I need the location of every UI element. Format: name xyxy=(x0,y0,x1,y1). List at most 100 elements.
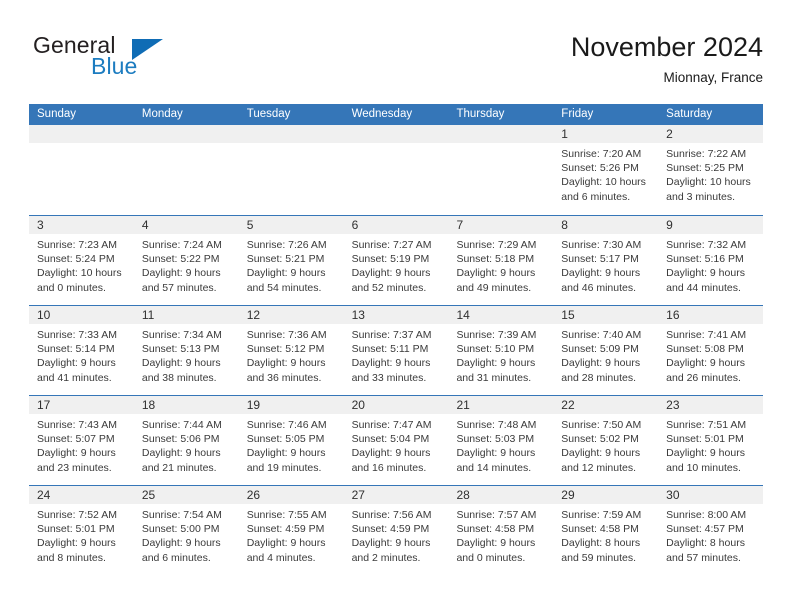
day-cell[interactable]: 29 Sunrise: 7:59 AM Sunset: 4:58 PM Dayligh… xyxy=(553,486,659,575)
daylight-text-line2: and 36 minutes. xyxy=(246,371,322,384)
day-cell[interactable]: 25 Sunrise: 7:54 AM Sunset: 5:00 PM Dayligh… xyxy=(133,486,239,575)
daylight-text-line1: Daylight: 9 hours xyxy=(246,537,326,550)
page-header: General Blue November 2024 Mionnay, Fran… xyxy=(29,30,763,96)
sunrise-text: Sunrise: 8:00 AM xyxy=(666,509,747,521)
daylight-text-line2: and 54 minutes. xyxy=(246,281,322,294)
day-number-band: 1 xyxy=(553,125,659,143)
sunset-text: Sunset: 5:17 PM xyxy=(561,253,639,266)
day-number-band: 20 xyxy=(343,396,449,414)
sunrise-text: Sunrise: 7:54 AM xyxy=(141,509,222,521)
sunset-text: Sunset: 5:11 PM xyxy=(351,343,429,356)
day-number-band xyxy=(448,125,554,143)
day-number: 3 xyxy=(37,218,44,232)
day-cell[interactable]: 17 Sunrise: 7:43 AM Sunset: 5:07 PM Dayligh… xyxy=(29,396,134,485)
day-cell[interactable]: 30 Sunrise: 8:00 AM Sunset: 4:57 PM Dayligh… xyxy=(658,486,764,575)
sunrise-text: Sunrise: 7:26 AM xyxy=(246,239,327,251)
day-number: 4 xyxy=(141,218,149,232)
day-number-band: 3 xyxy=(29,216,134,234)
page-title: November 2024 xyxy=(570,32,763,62)
day-cell[interactable]: 27 Sunrise: 7:56 AM Sunset: 4:59 PM Dayligh… xyxy=(343,486,449,575)
day-number: 21 xyxy=(456,398,470,412)
daylight-text-line1: Daylight: 9 hours xyxy=(141,357,221,370)
sunrise-text: Sunrise: 7:59 AM xyxy=(561,509,642,521)
day-cell[interactable]: 2 Sunrise: 7:22 AM Sunset: 5:25 PM Daylight… xyxy=(658,125,764,215)
sunrise-text: Sunrise: 7:33 AM xyxy=(37,329,117,341)
day-sun-info: Sunrise: 7:32 AM Sunset: 5:16 PM Daylight:… xyxy=(658,234,763,295)
day-cell[interactable]: 7 Sunrise: 7:29 AM Sunset: 5:18 PM Daylight… xyxy=(448,216,554,305)
day-number-band: 13 xyxy=(343,306,449,324)
day-cell[interactable]: 28 Sunrise: 7:57 AM Sunset: 4:58 PM Dayligh… xyxy=(448,486,554,575)
daylight-text-line2: and 8 minutes. xyxy=(37,551,106,564)
day-cell[interactable]: 15 Sunrise: 7:40 AM Sunset: 5:09 PM Dayligh… xyxy=(553,306,659,395)
daylight-text-line1: Daylight: 9 hours xyxy=(561,357,641,370)
sunrise-text: Sunrise: 7:55 AM xyxy=(246,509,327,521)
day-cell[interactable]: 22 Sunrise: 7:50 AM Sunset: 5:02 PM Dayligh… xyxy=(553,396,659,485)
day-cell[interactable]: 14 Sunrise: 7:39 AM Sunset: 5:10 PM Dayligh… xyxy=(448,306,554,395)
day-number-band: 9 xyxy=(658,216,764,234)
daylight-text-line2: and 52 minutes. xyxy=(351,281,427,294)
daylight-text-line1: Daylight: 9 hours xyxy=(561,267,641,280)
sunrise-text: Sunrise: 7:50 AM xyxy=(561,419,642,431)
day-number-band: 22 xyxy=(553,396,659,414)
daylight-text-line1: Daylight: 9 hours xyxy=(141,447,221,460)
calendar-week-row: 10 Sunrise: 7:33 AM Sunset: 5:14 PM Dayligh… xyxy=(29,305,764,395)
sunrise-text: Sunrise: 7:44 AM xyxy=(141,419,222,431)
daylight-text-line2: and 4 minutes. xyxy=(246,551,316,564)
sunset-text: Sunset: 5:18 PM xyxy=(456,253,535,266)
day-number-band: 19 xyxy=(238,396,344,414)
daylight-text-line2: and 57 minutes. xyxy=(666,551,741,564)
daylight-text-line2: and 46 minutes. xyxy=(561,281,637,294)
day-cell[interactable]: 8 Sunrise: 7:30 AM Sunset: 5:17 PM Daylight… xyxy=(553,216,659,305)
calendar-week-row: 1 Sunrise: 7:20 AM Sunset: 5:26 PM Daylight… xyxy=(29,125,764,215)
day-cell[interactable]: 9 Sunrise: 7:32 AM Sunset: 5:16 PM Daylight… xyxy=(658,216,764,305)
day-sun-info: Sunrise: 7:34 AM Sunset: 5:13 PM Daylight:… xyxy=(134,324,239,385)
day-cell[interactable]: 19 Sunrise: 7:46 AM Sunset: 5:05 PM Dayligh… xyxy=(238,396,344,485)
sunset-text: Sunset: 5:19 PM xyxy=(351,253,430,266)
daylight-text-line2: and 12 minutes. xyxy=(561,461,637,474)
general-blue-logo[interactable]: General Blue xyxy=(29,32,239,84)
day-cell[interactable]: 5 Sunrise: 7:26 AM Sunset: 5:21 PM Daylight… xyxy=(238,216,344,305)
day-cell[interactable]: 21 Sunrise: 7:48 AM Sunset: 5:03 PM Dayligh… xyxy=(448,396,554,485)
day-number: 14 xyxy=(456,308,470,322)
day-cell[interactable]: 6 Sunrise: 7:27 AM Sunset: 5:19 PM Daylight… xyxy=(343,216,449,305)
day-cell[interactable]: 24 Sunrise: 7:52 AM Sunset: 5:01 PM Dayligh… xyxy=(29,486,134,575)
day-cell[interactable]: 13 Sunrise: 7:37 AM Sunset: 5:11 PM Dayligh… xyxy=(343,306,449,395)
day-number: 5 xyxy=(246,218,254,232)
day-cell[interactable]: 1 Sunrise: 7:20 AM Sunset: 5:26 PM Daylight… xyxy=(553,125,659,215)
daylight-text-line1: Daylight: 9 hours xyxy=(666,447,745,460)
day-number: 23 xyxy=(666,398,680,412)
day-number-band: 11 xyxy=(133,306,239,324)
daylight-text-line2: and 33 minutes. xyxy=(351,371,427,384)
day-cell[interactable]: 23 Sunrise: 7:51 AM Sunset: 5:01 PM Dayligh… xyxy=(658,396,764,485)
day-number-band: 24 xyxy=(29,486,134,504)
day-sun-info: Sunrise: 7:51 AM Sunset: 5:01 PM Daylight:… xyxy=(658,414,763,475)
day-sun-info: Sunrise: 7:47 AM Sunset: 5:04 PM Daylight:… xyxy=(344,414,449,475)
day-number-band xyxy=(238,125,344,143)
weekday-header-thursday: Thursday xyxy=(456,108,505,120)
day-sun-info: Sunrise: 7:37 AM Sunset: 5:11 PM Daylight:… xyxy=(344,324,449,385)
sunset-text: Sunset: 4:57 PM xyxy=(666,523,744,536)
day-cell[interactable]: 4 Sunrise: 7:24 AM Sunset: 5:22 PM Daylight… xyxy=(133,216,239,305)
day-cell[interactable]: 20 Sunrise: 7:47 AM Sunset: 5:04 PM Dayligh… xyxy=(343,396,449,485)
day-cell[interactable]: 12 Sunrise: 7:36 AM Sunset: 5:12 PM Dayligh… xyxy=(238,306,344,395)
daylight-text-line1: Daylight: 9 hours xyxy=(37,447,116,460)
day-cell[interactable]: 3 Sunrise: 7:23 AM Sunset: 5:24 PM Daylight… xyxy=(29,216,134,305)
day-cell[interactable]: 11 Sunrise: 7:34 AM Sunset: 5:13 PM Dayligh… xyxy=(133,306,239,395)
daylight-text-line2: and 49 minutes. xyxy=(456,281,532,294)
day-number: 16 xyxy=(666,308,680,322)
daylight-text-line2: and 16 minutes. xyxy=(351,461,427,474)
day-cell[interactable]: 10 Sunrise: 7:33 AM Sunset: 5:14 PM Dayligh… xyxy=(29,306,134,395)
day-cell[interactable]: 18 Sunrise: 7:44 AM Sunset: 5:06 PM Dayligh… xyxy=(133,396,239,485)
day-number-band xyxy=(29,125,134,143)
calendar-grid: Sunday Monday Tuesday Wednesday Thursday… xyxy=(29,104,764,575)
day-cell[interactable]: 26 Sunrise: 7:55 AM Sunset: 4:59 PM Dayligh… xyxy=(238,486,344,575)
sunrise-text: Sunrise: 7:24 AM xyxy=(141,239,222,251)
sunset-text: Sunset: 5:09 PM xyxy=(561,343,639,356)
day-cell[interactable]: 16 Sunrise: 7:41 AM Sunset: 5:08 PM Dayligh… xyxy=(658,306,764,395)
day-number-band xyxy=(133,125,239,143)
day-number: 7 xyxy=(456,218,464,232)
day-number-band: 18 xyxy=(133,396,239,414)
sunrise-text: Sunrise: 7:46 AM xyxy=(246,419,327,431)
sunset-text: Sunset: 5:03 PM xyxy=(456,433,535,446)
daylight-text-line2: and 57 minutes. xyxy=(141,281,217,294)
